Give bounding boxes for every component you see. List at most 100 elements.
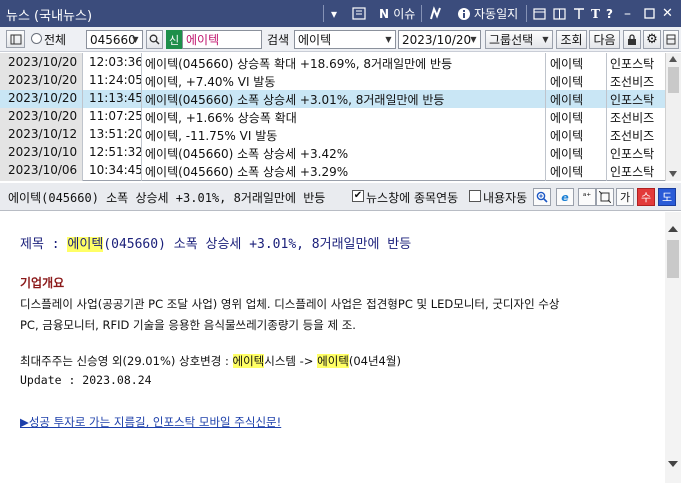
scroll-up-icon[interactable]: [669, 56, 677, 62]
chevron-down-icon[interactable]: ▼: [129, 31, 142, 48]
column-divider: [82, 53, 83, 181]
font-size-icon[interactable]: ᵃ⁺: [578, 188, 596, 206]
chevron-down-icon[interactable]: ▼: [467, 31, 480, 48]
buy-button[interactable]: 수: [637, 188, 655, 206]
pin-icon[interactable]: [573, 4, 585, 23]
holder-highlight-2: 에이텍: [317, 354, 349, 368]
logo-icon[interactable]: [428, 4, 444, 23]
news-row[interactable]: 2023/10/06 10:34:45 에이텍(045660) 소폭 상승세 +3.…: [0, 162, 665, 180]
news-stock: 에이텍: [550, 111, 584, 125]
expand-icon[interactable]: [596, 188, 614, 206]
date-input[interactable]: 2023/10/20 ▼: [398, 30, 481, 49]
news-stock: 에이텍: [550, 147, 584, 161]
news-time: 11:13:45: [89, 91, 141, 105]
lock-icon[interactable]: [623, 30, 641, 49]
news-row[interactable]: 2023/10/20 11:13:45 에이텍(045660) 소폭 상승세 +3.…: [0, 90, 665, 108]
news-time: 11:07:25: [89, 109, 141, 123]
news-date: 2023/10/20: [8, 55, 78, 69]
news-row[interactable]: 2023/10/10 12:51:32 에이텍(045660) 소폭 상승세 +3.…: [0, 144, 665, 162]
chevron-down-icon[interactable]: ▼: [382, 31, 395, 48]
autosave-button[interactable]: 자동일지: [457, 4, 518, 23]
news-time: 11:24:05: [89, 73, 141, 87]
news-row[interactable]: 2023/10/20 12:03:36 에이텍(045660) 상승폭 확대 +18…: [0, 54, 665, 72]
layout-icon[interactable]: [352, 4, 366, 23]
news-row[interactable]: 2023/10/20 11:07:25 에이텍, +1.66% 상승폭 확대 에이텍 조…: [0, 108, 665, 126]
news-date: 2023/10/06: [8, 163, 78, 177]
separator: [323, 5, 324, 22]
buy-label: 수: [640, 191, 652, 204]
news-source: 인포스탁: [610, 57, 655, 71]
group-select-label: 그룹선택: [489, 33, 534, 47]
separator: [421, 5, 422, 22]
news-time: 10:34:45: [89, 163, 141, 177]
holder-prefix: 최대주주는 신승영 외(29.01%) 상호변경 :: [20, 354, 233, 368]
holder-line: 최대주주는 신승영 외(29.01%) 상호변경 : 에이텍시스템 -> 에이텍…: [20, 353, 401, 369]
holder-suffix: (04년4월): [348, 354, 401, 368]
news-row[interactable]: 2023/10/12 13:51:20 에이텍, -11.75% VI 발동 에이텍 조…: [0, 126, 665, 144]
issue-button[interactable]: N 이슈: [379, 4, 415, 23]
link-checkbox[interactable]: ✔: [352, 190, 364, 202]
holder-mid: 시스템 ->: [264, 354, 318, 368]
sell-button[interactable]: 도: [658, 188, 676, 206]
maximize-icon[interactable]: [644, 4, 655, 23]
tile-icon[interactable]: [553, 4, 566, 23]
article-subject: 제목 : 에이텍(045660) 소폭 상승세 +3.01%, 8거래일만에 반…: [20, 233, 411, 252]
news-time: 12:03:36: [89, 55, 141, 69]
news-source: 조선비즈: [610, 111, 655, 125]
menu-icon[interactable]: ▾: [331, 4, 337, 23]
window-icon[interactable]: [533, 4, 546, 23]
auto-checkbox[interactable]: [469, 190, 481, 202]
news-date: 2023/10/10: [8, 145, 78, 159]
search-keyword-input[interactable]: 에이텍 ▼: [294, 30, 396, 49]
list-scrollbar[interactable]: [665, 53, 681, 181]
news-title: 에이텍, -11.75% VI 발동: [145, 129, 278, 143]
news-title: 에이텍(045660) 소폭 상승세 +3.42%: [145, 147, 349, 161]
news-stock: 에이텍: [550, 75, 584, 89]
news-row[interactable]: 2023/10/20 11:24:05 에이텍, +7.40% VI 발동 에이텍 조선…: [0, 72, 665, 90]
scroll-up-icon[interactable]: [668, 226, 678, 232]
info-icon: [458, 7, 470, 20]
group-select[interactable]: 그룹선택 ▼: [485, 30, 553, 49]
subject-prefix: 제목 :: [20, 237, 68, 252]
help-icon[interactable]: ?: [606, 4, 613, 23]
search-icon[interactable]: [146, 30, 163, 49]
article-scrollbar[interactable]: [665, 212, 681, 483]
zoom-icon[interactable]: [533, 188, 551, 206]
autosave-label: 자동일지: [474, 7, 519, 21]
close-icon[interactable]: ✕: [662, 4, 673, 23]
scroll-down-icon[interactable]: [669, 171, 677, 177]
news-list: 2023/10/20 12:03:36 에이텍(045660) 상승폭 확대 +18…: [0, 53, 681, 181]
screen-icon[interactable]: [6, 30, 25, 48]
column-divider: [141, 53, 142, 181]
article-pane: 제목 : 에이텍 (045660) 소폭 상승세 +3.01%, 8거래일만에 반…: [0, 212, 681, 483]
promo-link[interactable]: ▶성공 투자로 가는 지름길, 인포스탁 모바일 주식신문!: [20, 414, 281, 430]
scroll-thumb[interactable]: [668, 67, 679, 93]
panel-icon[interactable]: [663, 30, 679, 49]
browser-icon[interactable]: e: [556, 188, 574, 206]
news-date: 2023/10/20: [8, 73, 78, 87]
next-button[interactable]: 다음: [589, 30, 620, 49]
scroll-down-icon[interactable]: [668, 461, 678, 467]
minimize-icon[interactable]: –: [624, 4, 631, 23]
headline-text: 에이텍(045660) 소폭 상승세 +3.01%, 8거래일만에 반등: [8, 191, 326, 205]
shin-badge[interactable]: 신: [166, 30, 182, 49]
auto-label: 내용자동: [483, 191, 528, 205]
separator: [526, 5, 527, 22]
scroll-thumb[interactable]: [667, 240, 679, 278]
font-ga-label: 가: [619, 191, 631, 204]
news-date: 2023/10/20: [8, 109, 78, 123]
all-radio[interactable]: [31, 33, 42, 44]
query-button[interactable]: 조회: [556, 30, 587, 49]
news-source: 조선비즈: [610, 75, 655, 89]
toolbar: 전체 045660 ▼ 신 에이텍 검색 에이텍 ▼ 2023/10/20 ▼ …: [0, 27, 681, 52]
font-ga-button[interactable]: 가: [616, 188, 634, 206]
all-label: 전체: [44, 33, 67, 47]
update-line: Update : 2023.08.24: [20, 373, 152, 387]
gear-icon[interactable]: ⚙: [643, 30, 661, 49]
column-divider: [545, 53, 546, 181]
subject-rest: (045660) 소폭 상승세 +3.01%, 8거래일만에 반등: [103, 237, 412, 252]
stock-name-input[interactable]: 에이텍: [182, 30, 262, 49]
chevron-down-icon[interactable]: ▼: [539, 31, 552, 48]
font-icon[interactable]: T: [591, 4, 600, 23]
stock-code-input[interactable]: 045660 ▼: [86, 30, 143, 49]
